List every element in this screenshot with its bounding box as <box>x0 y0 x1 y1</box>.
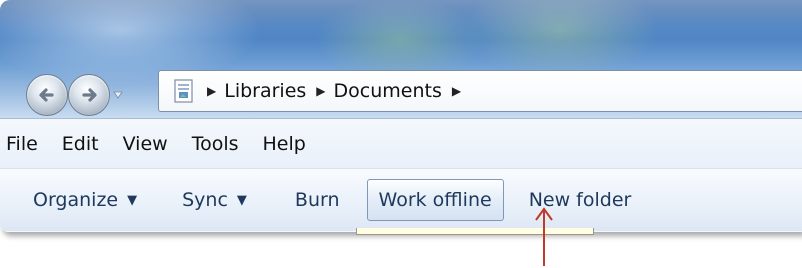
menu-help[interactable]: Help <box>263 133 306 155</box>
folder-location-icon <box>174 79 193 103</box>
organize-button[interactable]: Organize ▼ <box>22 180 148 220</box>
back-button[interactable] <box>26 74 68 116</box>
red-pointer-arrow-icon <box>535 207 553 266</box>
caret-down-icon: ▼ <box>127 192 138 208</box>
menu-file[interactable]: File <box>6 133 38 155</box>
organize-label: Organize <box>33 189 119 211</box>
chevron-right-icon[interactable]: ▶ <box>207 84 216 98</box>
chevron-right-icon[interactable]: ▶ <box>316 84 325 98</box>
back-arrow-icon <box>39 88 54 102</box>
menu-bar: File Edit View Tools Help <box>0 118 802 169</box>
menu-view[interactable]: View <box>123 133 168 155</box>
work-offline-label: Work offline <box>378 189 492 211</box>
burn-button[interactable]: Burn <box>284 180 351 220</box>
work-offline-button[interactable]: Work offline <box>366 179 504 221</box>
breadcrumb-documents[interactable]: Documents <box>334 80 442 102</box>
screenshot-stage: ▶ Libraries ▶ Documents ▶ File Edit View… <box>0 0 802 268</box>
chevron-right-icon[interactable]: ▶ <box>452 84 461 98</box>
title-bar-glass: ▶ Libraries ▶ Documents ▶ <box>0 0 802 118</box>
command-toolbar: Organize ▼ Sync ▼ Burn Work offline New … <box>0 168 802 231</box>
caret-down-icon: ▼ <box>236 192 247 208</box>
tooltip-edge <box>356 228 594 235</box>
sync-button[interactable]: Sync ▼ <box>171 180 258 220</box>
menu-tools[interactable]: Tools <box>192 133 239 155</box>
recent-pages-dropdown-icon[interactable] <box>112 88 124 102</box>
breadcrumb-libraries[interactable]: Libraries <box>224 80 306 102</box>
explorer-window: ▶ Libraries ▶ Documents ▶ File Edit View… <box>0 0 802 232</box>
menu-edit[interactable]: Edit <box>62 133 99 155</box>
forward-arrow-icon <box>82 88 97 102</box>
forward-button[interactable] <box>68 74 110 116</box>
sync-label: Sync <box>182 189 228 211</box>
address-bar[interactable]: ▶ Libraries ▶ Documents ▶ <box>158 70 802 112</box>
burn-label: Burn <box>294 189 340 211</box>
